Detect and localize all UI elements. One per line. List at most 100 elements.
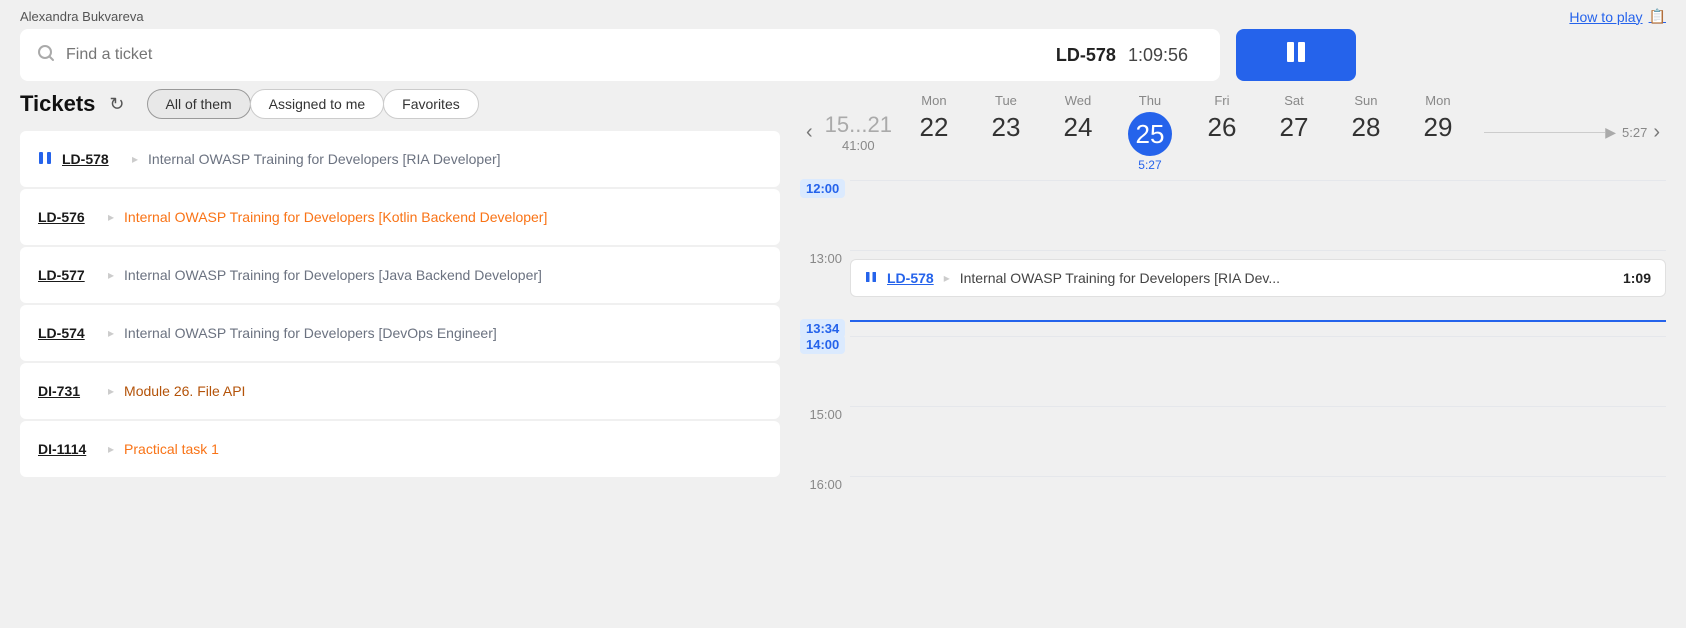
cal-day-24: Wed 24 xyxy=(1042,89,1114,147)
ticket-name: Module 26. File API xyxy=(124,383,245,399)
ticket-id[interactable]: LD-576 xyxy=(38,209,98,225)
cal-range-num: 15...21 xyxy=(825,112,892,138)
ticket-arrow: ▸ xyxy=(132,152,138,166)
ticket-item: LD-576 ▸ Internal OWASP Training for Dev… xyxy=(20,189,780,245)
filter-tabs: All of them Assigned to me Favorites xyxy=(147,89,479,119)
cal-day-num: 29 xyxy=(1423,112,1452,143)
cal-day-name: Mon xyxy=(921,93,946,108)
ticket-pause-icon xyxy=(38,151,52,168)
filter-tab-all[interactable]: All of them xyxy=(147,89,251,119)
time-label-1400: 14:00 xyxy=(800,335,845,354)
tickets-header: Tickets ↻ All of them Assigned to me Fav… xyxy=(20,89,780,119)
event-pause-icon xyxy=(865,270,877,286)
cal-day-25-today: Thu 25 5:27 xyxy=(1114,89,1186,176)
cal-day-sub: 5:27 xyxy=(1138,158,1161,172)
ticket-arrow: ▸ xyxy=(108,268,114,282)
ticket-id[interactable]: LD-577 xyxy=(38,267,98,283)
pause-button[interactable] xyxy=(1236,29,1356,81)
time-label-1500: 15:00 xyxy=(809,407,842,422)
search-input[interactable] xyxy=(66,46,1046,64)
slot-content-1600 xyxy=(850,476,1666,546)
refresh-icon[interactable]: ↻ xyxy=(109,94,124,115)
search-box: LD-578 1:09:56 xyxy=(20,29,1220,81)
time-slot-1200: 12:00 xyxy=(800,180,1666,250)
cal-next-button[interactable]: › xyxy=(1647,121,1666,144)
timer-display: LD-578 1:09:56 xyxy=(1056,45,1204,66)
cal-day-26: Fri 26 xyxy=(1186,89,1258,147)
time-label-1200: 12:00 xyxy=(800,179,845,198)
ticket-name: Internal OWASP Training for Developers [… xyxy=(124,325,497,341)
cal-day-23: Tue 23 xyxy=(970,89,1042,147)
cal-day-num: 23 xyxy=(991,112,1020,143)
cal-day-name: Sat xyxy=(1284,93,1304,108)
left-panel: Tickets ↻ All of them Assigned to me Fav… xyxy=(20,89,780,546)
time-slot-1400: 14:00 xyxy=(800,336,1666,406)
main-content: Tickets ↻ All of them Assigned to me Fav… xyxy=(0,89,1686,546)
cal-day-name: Tue xyxy=(995,93,1017,108)
event-id[interactable]: LD-578 xyxy=(887,270,934,286)
slot-content-1500 xyxy=(850,406,1666,476)
filter-tab-assigned[interactable]: Assigned to me xyxy=(250,89,385,119)
how-to-play-text: How to play xyxy=(1569,9,1642,25)
time-slot-1300: 13:00 LD-578 ▸ Internal OWASP Training f… xyxy=(800,250,1666,320)
ticket-arrow: ▸ xyxy=(108,210,114,224)
slot-content-1300: LD-578 ▸ Internal OWASP Training for Dev… xyxy=(850,250,1666,320)
current-time-line xyxy=(850,320,1666,322)
cal-day-num: 22 xyxy=(919,112,948,143)
pause-icon xyxy=(1280,36,1312,75)
cal-day-27: Sat 27 xyxy=(1258,89,1330,147)
calendar-header: ‹ 15...21 41:00 Mon 22 Tue 23 xyxy=(800,89,1666,176)
user-name: Alexandra Bukvareva xyxy=(20,9,144,24)
ticket-id[interactable]: DI-1114 xyxy=(38,441,98,457)
cal-day-name xyxy=(857,93,861,108)
cal-day-22: Mon 22 xyxy=(898,89,970,147)
ticket-item: LD-577 ▸ Internal OWASP Training for Dev… xyxy=(20,247,780,303)
search-icon xyxy=(36,43,56,68)
ticket-id[interactable]: LD-578 xyxy=(62,151,122,167)
cal-day-29: Mon 29 xyxy=(1402,89,1474,147)
ticket-name: Internal OWASP Training for Developers [… xyxy=(124,209,547,225)
ticket-list: LD-578 ▸ Internal OWASP Training for Dev… xyxy=(20,131,780,477)
cal-day-name: Thu xyxy=(1139,93,1161,108)
calendar-body: 12:00 13:00 xyxy=(800,180,1666,546)
filter-tab-favorites[interactable]: Favorites xyxy=(383,89,479,119)
ticket-item: DI-1114 ▸ Practical task 1 xyxy=(20,421,780,477)
slot-content-1200 xyxy=(850,180,1666,250)
ticket-arrow: ▸ xyxy=(108,384,114,398)
ticket-name: Practical task 1 xyxy=(124,441,219,457)
event-name: Internal OWASP Training for Developers [… xyxy=(960,270,1613,286)
event-block: LD-578 ▸ Internal OWASP Training for Dev… xyxy=(850,259,1666,297)
timeline-end-time: 5:27 xyxy=(1622,125,1647,140)
cal-day-num: 27 xyxy=(1279,112,1308,143)
cal-prev-button[interactable]: ‹ xyxy=(800,121,819,144)
ticket-id[interactable]: DI-731 xyxy=(38,383,98,399)
cal-days-grid: 15...21 41:00 Mon 22 Tue 23 Wed 24 xyxy=(819,89,1474,176)
search-timer-row: LD-578 1:09:56 xyxy=(0,29,1686,89)
event-arrow: ▸ xyxy=(944,271,950,285)
ticket-name: Internal OWASP Training for Developers [… xyxy=(148,151,501,167)
cal-day-name: Fri xyxy=(1214,93,1229,108)
active-ticket-id: LD-578 xyxy=(1056,45,1116,66)
ticket-item: LD-574 ▸ Internal OWASP Training for Dev… xyxy=(20,305,780,361)
ticket-name: Internal OWASP Training for Developers [… xyxy=(124,267,542,283)
cal-day-range: 15...21 41:00 xyxy=(819,89,898,157)
timer-value: 1:09:56 xyxy=(1128,45,1188,66)
tickets-title: Tickets xyxy=(20,91,95,117)
book-icon: 📋 xyxy=(1649,8,1666,25)
cal-day-num: 24 xyxy=(1063,112,1092,143)
cal-day-name: Wed xyxy=(1065,93,1092,108)
time-slot-1500: 15:00 xyxy=(800,406,1666,476)
ticket-item: DI-731 ▸ Module 26. File API xyxy=(20,363,780,419)
slot-content-1400 xyxy=(850,336,1666,406)
how-to-play-link[interactable]: How to play 📋 xyxy=(1569,8,1666,25)
time-label-1600: 16:00 xyxy=(809,477,842,492)
ticket-arrow: ▸ xyxy=(108,326,114,340)
ticket-id[interactable]: LD-574 xyxy=(38,325,98,341)
top-bar: Alexandra Bukvareva How to play 📋 xyxy=(0,0,1686,29)
ticket-item: LD-578 ▸ Internal OWASP Training for Dev… xyxy=(20,131,780,187)
cal-day-num: 26 xyxy=(1207,112,1236,143)
ticket-arrow: ▸ xyxy=(108,442,114,456)
right-panel: ‹ 15...21 41:00 Mon 22 Tue 23 xyxy=(780,89,1666,546)
time-slot-current: 13:34 xyxy=(800,320,1666,336)
time-slot-1600: 16:00 xyxy=(800,476,1666,546)
